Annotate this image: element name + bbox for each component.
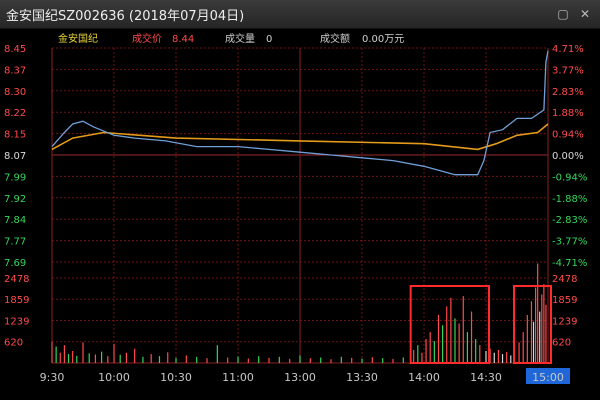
time-tick-label: 13:00 [284, 371, 316, 384]
percent-tick-label: -3.77% [552, 237, 587, 248]
price-tick-label: 8.22 [4, 108, 26, 119]
time-tick-label: 10:00 [98, 371, 130, 384]
time-tick-label: 10:30 [160, 371, 192, 384]
volume-tick-label: 620 [4, 338, 23, 349]
time-tick-label: 9:30 [40, 371, 65, 384]
stock-name: 金安国纪 [58, 32, 98, 45]
percent-tick-label: 4.71% [552, 44, 584, 55]
amount-value: 0.00万元 [362, 34, 404, 45]
price-tick-label: 8.30 [4, 87, 26, 98]
volume-bars [51, 263, 547, 363]
time-axis-labels: 9:30 10:00 10:30 11:00 13:00 13:30 14:00 14:30 1… [40, 368, 570, 384]
title-bar: 金安国纪SZ002636 (2018年07月04日) ▢ ✕ [0, 0, 600, 29]
price-tick-label: 7.99 [4, 172, 26, 183]
volume-tick-label: 620 [552, 338, 571, 349]
volume-tick-label: 1239 [552, 317, 577, 328]
percent-tick-label: 2.83% [552, 87, 584, 98]
percent-axis-labels: 4.71% 3.77% 2.83% 1.88% 0.94% 0.00% -0.94% -1.8… [552, 44, 587, 269]
time-tick-label: 15:00 [532, 371, 564, 384]
volume-axis-labels: 2478 2478 1859 1859 1239 1239 620 620 [4, 274, 577, 349]
window-title: 金安国纪SZ002636 (2018年07月04日) [6, 9, 245, 24]
time-tick-label: 13:30 [346, 371, 378, 384]
price-tick-label: 7.77 [4, 237, 26, 248]
volume-label: 成交量 [225, 32, 255, 45]
price-tick-label: 7.84 [4, 215, 26, 226]
price-tick-label: 8.45 [4, 44, 26, 55]
intraday-chart: 8.45 8.37 8.30 8.22 8.15 8.07 7.99 7.92 7.84 7.77… [4, 32, 587, 384]
volume-tick-label: 2478 [4, 274, 29, 285]
time-tick-label: 11:00 [222, 371, 254, 384]
volume-value: 0 [266, 34, 272, 45]
volume-tick-label: 2478 [552, 274, 577, 285]
volume-tick-label: 1239 [4, 317, 29, 328]
quote-info-bar: 金安国纪 成交价 8.44 成交量 0 成交额 0.00万元 [58, 32, 404, 45]
percent-tick-label: 1.88% [552, 108, 584, 119]
price-tick-label: 8.15 [4, 130, 26, 141]
percent-tick-label: -0.94% [552, 172, 587, 183]
price-tick-label: 7.92 [4, 194, 26, 205]
volume-tick-label: 1859 [4, 295, 29, 306]
volume-tick-label: 1859 [552, 295, 577, 306]
time-tick-label: 14:30 [470, 371, 502, 384]
percent-tick-label: -4.71% [552, 258, 587, 269]
volume-highlight-box [409, 285, 490, 364]
price-tick-label: 8.37 [4, 65, 26, 76]
percent-tick-label: -2.83% [552, 215, 587, 226]
percent-tick-label: 3.77% [552, 65, 584, 76]
price-tick-label: 7.69 [4, 258, 26, 269]
close-icon[interactable]: ✕ [577, 6, 593, 22]
price-value: 8.44 [172, 34, 194, 45]
price-axis-labels: 8.45 8.37 8.30 8.22 8.15 8.07 7.99 7.92 7.84 7.77… [4, 44, 26, 269]
price-tick-label: 8.07 [4, 151, 26, 162]
percent-tick-label: 0.00% [552, 151, 584, 162]
highlight-boxes [409, 285, 552, 364]
percent-tick-label: -1.88% [552, 194, 587, 205]
restore-icon[interactable]: ▢ [555, 6, 571, 22]
amount-label: 成交额 [320, 32, 350, 45]
time-tick-label: 14:00 [408, 371, 440, 384]
price-label: 成交价 [132, 32, 162, 45]
grid-lines [51, 47, 549, 364]
percent-tick-label: 0.94% [552, 130, 584, 141]
